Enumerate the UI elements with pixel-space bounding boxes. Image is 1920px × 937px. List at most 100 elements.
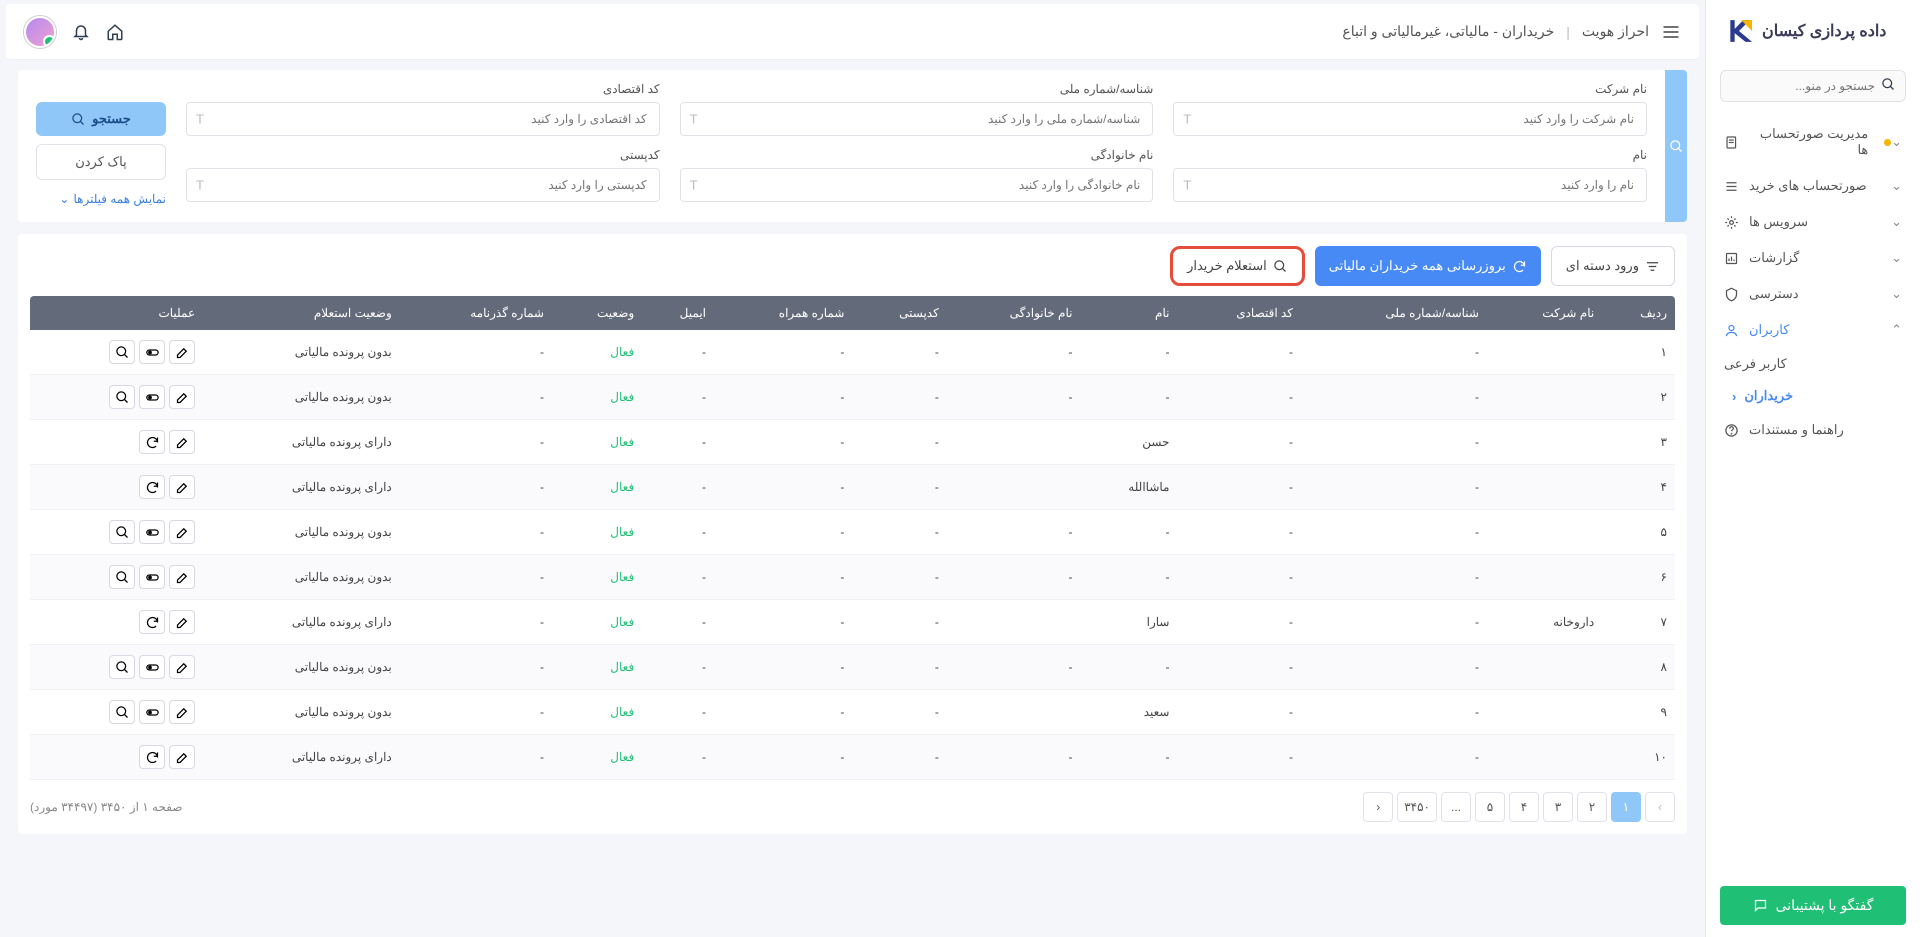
row-refresh-button[interactable]: [139, 610, 165, 634]
nav-users[interactable]: ⌃ کاربران: [1706, 312, 1920, 348]
prev-page-button[interactable]: ‹: [1363, 792, 1393, 822]
update-all-button[interactable]: بروزرسانی همه خریداران مالیاتی: [1315, 246, 1541, 286]
bell-icon[interactable]: [72, 23, 90, 41]
next-page-button[interactable]: ›: [1645, 792, 1675, 822]
buyer-inquiry-button[interactable]: استعلام خریدار: [1170, 246, 1305, 286]
table-panel: ورود دسته ای بروزرسانی همه خریداران مالی…: [18, 234, 1687, 834]
table-header-cell: کدپستی: [852, 296, 946, 330]
home-icon[interactable]: [106, 23, 124, 41]
page-info: صفحه ۱ از ۳۴۵۰ (۳۴۴۹۷ مورد): [30, 800, 183, 814]
row-search-button[interactable]: [109, 520, 135, 544]
page-button[interactable]: ۵: [1475, 792, 1505, 822]
filter-company-input[interactable]: [1173, 102, 1647, 136]
table-cell: -: [714, 330, 852, 375]
table-row: ۳--حسن---فعال-دارای پرونده مالیاتی: [30, 420, 1675, 465]
menu-icon[interactable]: [1661, 22, 1681, 42]
top-icons: [24, 16, 124, 48]
breadcrumb-a: احراز هویت: [1582, 23, 1649, 40]
table-cell: بدون پرونده مالیاتی: [203, 555, 400, 600]
table-cell: -: [1080, 735, 1177, 780]
filter-lname-input[interactable]: [680, 168, 1154, 202]
row-search-button[interactable]: [109, 700, 135, 724]
row-edit-button[interactable]: [169, 340, 195, 364]
row-search-button[interactable]: [109, 655, 135, 679]
row-toggle-button[interactable]: [139, 385, 165, 409]
row-refresh-button[interactable]: [139, 745, 165, 769]
avatar[interactable]: [24, 16, 56, 48]
clear-button[interactable]: پاک کردن: [36, 144, 166, 180]
chat-icon: [1753, 898, 1768, 913]
text-icon: T: [196, 112, 204, 127]
nav-purchases[interactable]: ⌄ صورتحساب های خرید: [1706, 168, 1920, 204]
breadcrumb-b: خریداران - مالیاتی، غیرمالیاتی و اتباع: [1342, 23, 1554, 40]
row-refresh-button[interactable]: [139, 430, 165, 454]
row-edit-button[interactable]: [169, 385, 195, 409]
filter-company-label: نام شرکت: [1173, 82, 1647, 96]
row-edit-button[interactable]: [169, 700, 195, 724]
breadcrumb-sep: |: [1566, 24, 1570, 40]
table-cell: سعید: [1080, 690, 1177, 735]
row-edit-button[interactable]: [169, 745, 195, 769]
table-cell: -: [714, 600, 852, 645]
table-cell: -: [1177, 735, 1301, 780]
menu-search-input[interactable]: [1720, 70, 1906, 102]
row-toggle-button[interactable]: [139, 520, 165, 544]
nav-services[interactable]: ⌄ سرویس ها: [1706, 204, 1920, 240]
table-cell: [1487, 375, 1602, 420]
table-cell: ماشاالله: [1080, 465, 1177, 510]
table-cell-ops: [30, 330, 203, 375]
search-button[interactable]: جستجو: [36, 102, 166, 136]
nav-reports[interactable]: ⌄ گزارشات: [1706, 240, 1920, 276]
subnav-buyers[interactable]: خریداران‹: [1706, 380, 1920, 412]
table-cell: بدون پرونده مالیاتی: [203, 330, 400, 375]
table-row: ۶-------فعال-بدون پرونده مالیاتی: [30, 555, 1675, 600]
row-toggle-button[interactable]: [139, 655, 165, 679]
page-button[interactable]: ۳۴۵۰: [1397, 792, 1437, 822]
page-button[interactable]: ۱: [1611, 792, 1641, 822]
nav-access[interactable]: ⌄ دسترسی: [1706, 276, 1920, 312]
filter-national-input[interactable]: [680, 102, 1154, 136]
batch-import-button[interactable]: ورود دسته ای: [1551, 246, 1675, 286]
row-edit-button[interactable]: [169, 520, 195, 544]
row-edit-button[interactable]: [169, 430, 195, 454]
row-edit-button[interactable]: [169, 610, 195, 634]
page-button[interactable]: ...: [1441, 792, 1471, 822]
row-toggle-button[interactable]: [139, 700, 165, 724]
support-button[interactable]: گفتگو با پشتیبانی: [1720, 886, 1906, 925]
subnav-sub-user[interactable]: کاربر فرعی: [1706, 348, 1920, 380]
filter-national-label: شناسه/شماره ملی: [680, 82, 1154, 96]
row-search-button[interactable]: [109, 385, 135, 409]
table-cell: -: [1080, 510, 1177, 555]
table-cell: [1487, 465, 1602, 510]
logo-icon: [1726, 18, 1752, 44]
table-cell: -: [1301, 375, 1487, 420]
page-button[interactable]: ۲: [1577, 792, 1607, 822]
filter-postal-input[interactable]: [186, 168, 660, 202]
table-cell: -: [400, 375, 552, 420]
table-cell: فعال: [552, 735, 642, 780]
row-toggle-button[interactable]: [139, 565, 165, 589]
content: نام شرکت T نام T شناسه/شماره ملی T: [0, 60, 1705, 937]
page-button[interactable]: ۳: [1543, 792, 1573, 822]
filter-name-input[interactable]: [1173, 168, 1647, 202]
row-search-button[interactable]: [109, 565, 135, 589]
table-cell: -: [400, 330, 552, 375]
row-edit-button[interactable]: [169, 475, 195, 499]
nav-invoices[interactable]: ⌄ مدیریت صورتحساب ها: [1706, 116, 1920, 168]
nav-label: کاربران: [1749, 322, 1789, 338]
row-toggle-button[interactable]: [139, 340, 165, 364]
row-edit-button[interactable]: [169, 565, 195, 589]
topbar: احراز هویت | خریداران - مالیاتی، غیرمالی…: [6, 4, 1699, 60]
table-cell: -: [1301, 330, 1487, 375]
search-icon: [71, 112, 86, 127]
row-refresh-button[interactable]: [139, 475, 165, 499]
row-edit-button[interactable]: [169, 655, 195, 679]
nav-label: راهنما و مستندات: [1749, 422, 1844, 438]
filter-economic-input[interactable]: [186, 102, 660, 136]
table-header-cell: وضعیت استعلام: [203, 296, 400, 330]
row-search-button[interactable]: [109, 340, 135, 364]
show-all-filters[interactable]: نمایش همه فیلترها ⌄: [36, 192, 166, 206]
page-button[interactable]: ۴: [1509, 792, 1539, 822]
table-cell: -: [400, 465, 552, 510]
nav-help[interactable]: راهنما و مستندات: [1706, 412, 1920, 448]
